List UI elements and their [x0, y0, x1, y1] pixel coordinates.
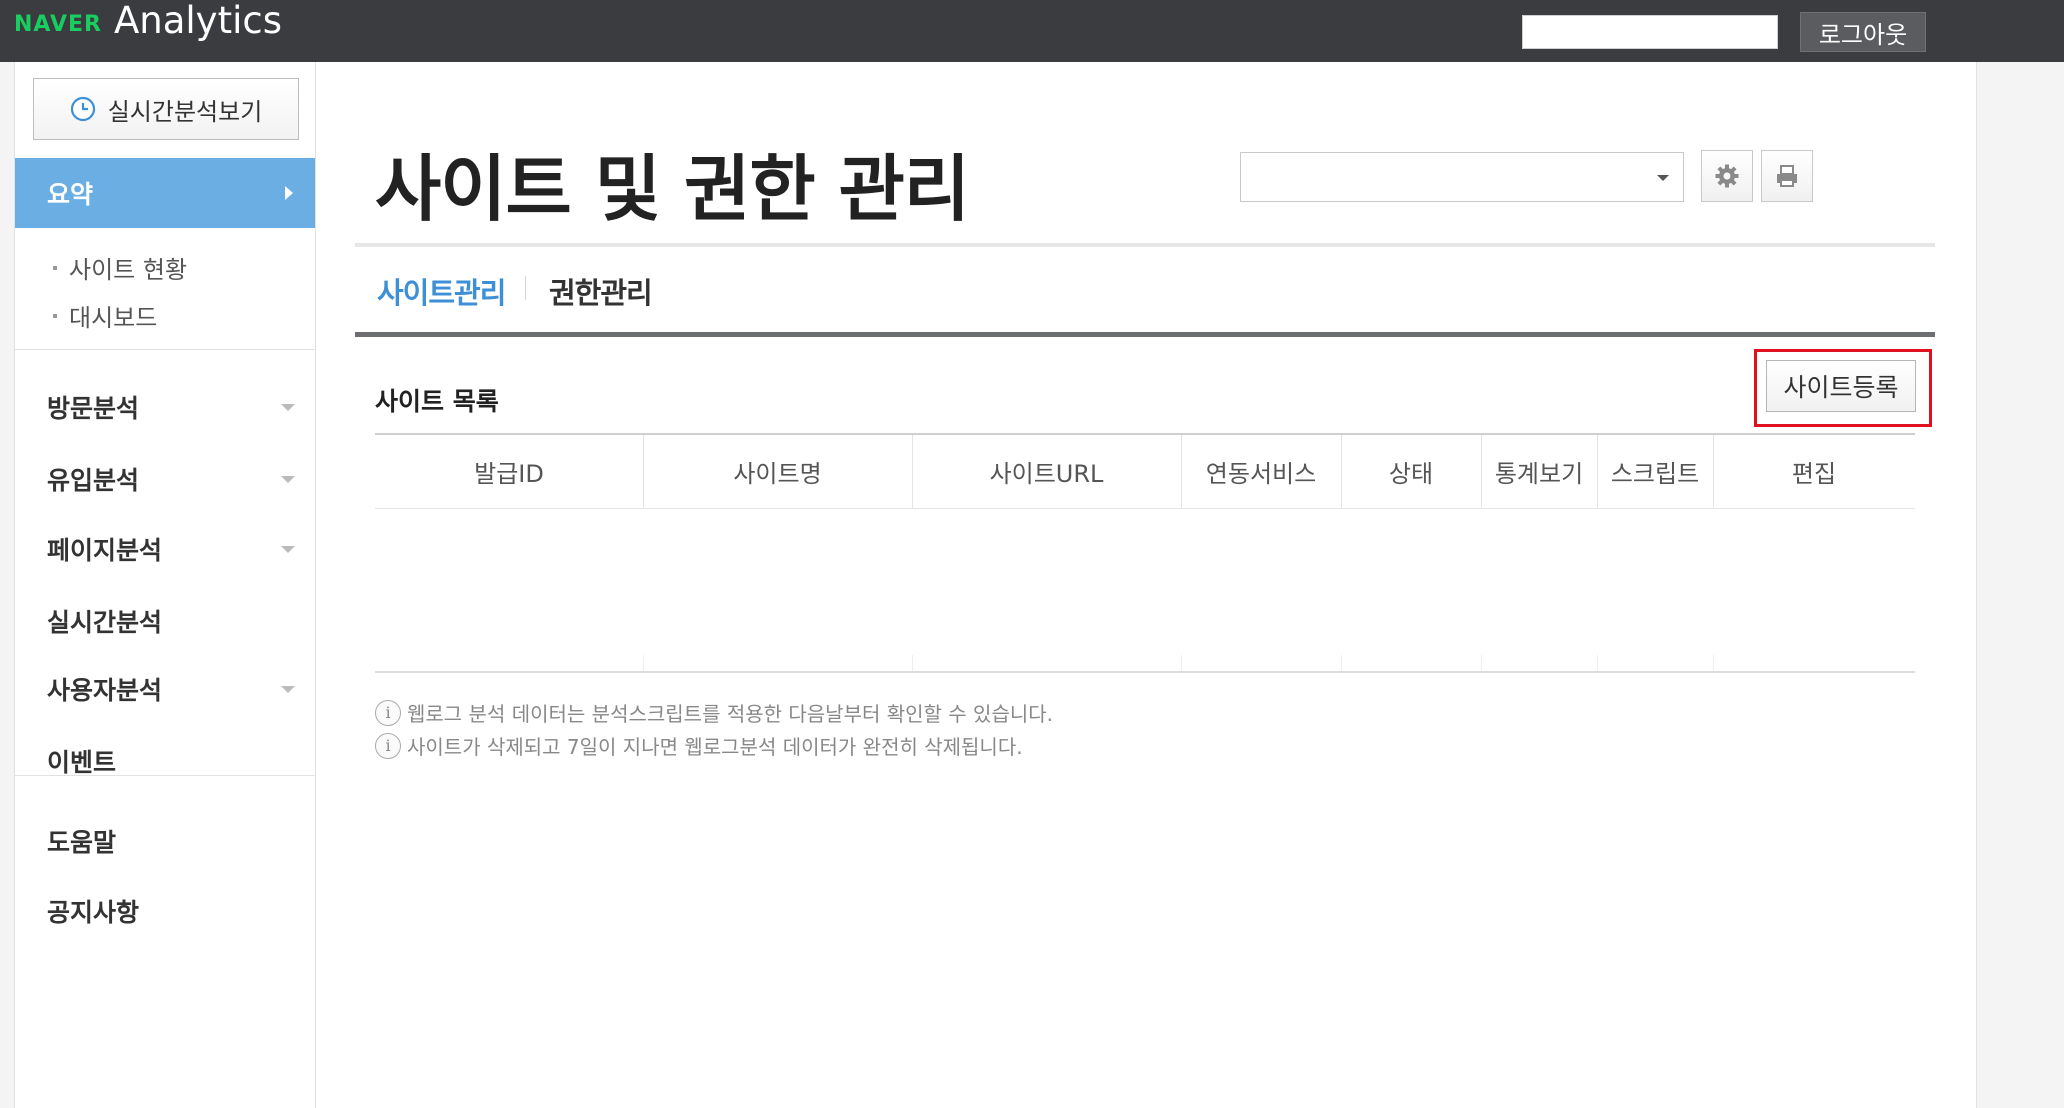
column-divider	[643, 655, 644, 671]
sidebar-item-page-analysis[interactable]: 페이지분석	[47, 527, 309, 571]
chevron-down-icon	[281, 546, 295, 553]
register-site-button[interactable]: 사이트등록	[1766, 360, 1916, 412]
sidebar-item-events[interactable]: 이벤트	[47, 739, 309, 783]
sidebar-item-label: 실시간분석	[47, 608, 163, 637]
chevron-down-icon	[281, 404, 295, 411]
title-divider	[355, 243, 1935, 247]
gear-icon	[1715, 164, 1739, 188]
column-divider	[1597, 655, 1598, 671]
column-divider	[1181, 655, 1182, 671]
sidebar-item-label: 공지사항	[47, 898, 140, 927]
tab-site-management[interactable]: 사이트관리	[377, 270, 506, 312]
column-header-script[interactable]: 스크립트	[1597, 435, 1713, 508]
tab-divider	[355, 332, 1935, 337]
print-button[interactable]	[1761, 150, 1813, 202]
main-content: 사이트 및 권한 관리 사이트관리 권한관리 사이트 목록 사이트등록 발급ID…	[317, 62, 1976, 1108]
sidebar-subitem-site-status[interactable]: 사이트 현황	[53, 250, 187, 285]
column-header-view-stats[interactable]: 통계보기	[1481, 435, 1597, 508]
sidebar-item-label: 방문분석	[47, 394, 140, 423]
sidebar-item-help[interactable]: 도움말	[47, 819, 309, 863]
right-gutter	[1976, 62, 2064, 1108]
realtime-analysis-button[interactable]: 실시간분석보기	[33, 78, 299, 140]
sidebar-item-label: 페이지분석	[47, 536, 163, 565]
sidebar-divider	[15, 349, 315, 350]
sidebar-subitem-label: 대시보드	[69, 304, 158, 332]
chevron-down-icon	[281, 476, 295, 483]
user-info-box	[1522, 15, 1778, 49]
column-divider	[1713, 655, 1714, 671]
table-bottom-border	[375, 671, 1915, 673]
left-gutter	[0, 62, 14, 1108]
sidebar-subitem-dashboard[interactable]: 대시보드	[53, 298, 157, 333]
column-divider	[1481, 655, 1482, 671]
sidebar-subitem-label: 사이트 현황	[69, 256, 188, 284]
info-icon: i	[375, 699, 401, 726]
column-header-status[interactable]: 상태	[1341, 435, 1481, 508]
info-note: i 웹로그 분석 데이터는 분석스크립트를 적용한 다음날부터 확인할 수 있습…	[375, 698, 1053, 727]
sidebar-item-summary-label: 요약	[47, 180, 94, 209]
logo-brand: NAVER	[14, 11, 102, 37]
logout-button[interactable]: 로그아웃	[1800, 12, 1926, 52]
logo-product: Analytics	[113, 0, 282, 42]
column-header-site-name[interactable]: 사이트명	[643, 435, 912, 508]
column-divider	[1341, 655, 1342, 671]
sidebar-item-summary[interactable]: 요약	[15, 158, 315, 228]
info-note: i 사이트가 삭제되고 7일이 지나면 웹로그분석 데이터가 완전히 삭제됩니다…	[375, 731, 1023, 760]
sidebar-divider	[15, 775, 315, 776]
page-title: 사이트 및 권한 관리	[375, 147, 970, 231]
sidebar-item-label: 이벤트	[47, 748, 117, 777]
printer-icon	[1777, 165, 1797, 187]
sidebar-item-label: 도움말	[47, 828, 117, 857]
sidebar-item-visit-analysis[interactable]: 방문분석	[47, 385, 309, 429]
site-select-dropdown[interactable]	[1240, 152, 1684, 202]
column-header-site-url[interactable]: 사이트URL	[912, 435, 1181, 508]
sidebar-item-inflow-analysis[interactable]: 유입분석	[47, 457, 309, 501]
sidebar-item-user-analysis[interactable]: 사용자분석	[47, 667, 309, 711]
info-icon: i	[375, 732, 401, 759]
settings-button[interactable]	[1701, 150, 1753, 202]
tab-separator	[525, 276, 526, 300]
column-header-linked-service[interactable]: 연동서비스	[1181, 435, 1341, 508]
sidebar-item-label: 사용자분석	[47, 676, 163, 705]
top-bar: NAVER Analytics 로그아웃	[0, 0, 2064, 62]
bullet-icon	[53, 265, 57, 270]
realtime-analysis-label: 실시간분석보기	[107, 97, 263, 126]
chevron-down-icon	[281, 686, 295, 693]
section-title: 사이트 목록	[375, 387, 499, 416]
sidebar-item-realtime-analysis[interactable]: 실시간분석	[47, 599, 309, 643]
sidebar-item-notices[interactable]: 공지사항	[47, 889, 309, 933]
info-note-text: 사이트가 삭제되고 7일이 지나면 웹로그분석 데이터가 완전히 삭제됩니다.	[407, 735, 1023, 759]
column-header-edit[interactable]: 편집	[1713, 435, 1915, 508]
bullet-icon	[53, 313, 57, 318]
chevron-right-icon	[285, 186, 293, 200]
info-note-text: 웹로그 분석 데이터는 분석스크립트를 적용한 다음날부터 확인할 수 있습니다…	[407, 702, 1054, 726]
naver-analytics-logo[interactable]: NAVER Analytics	[14, 0, 282, 48]
tab-permission-management[interactable]: 권한관리	[549, 270, 653, 312]
column-divider	[912, 655, 913, 671]
table-header-border	[375, 508, 1915, 509]
sidebar: 실시간분석보기 요약 사이트 현황 대시보드 방문분석 유입분석 페이지분석 실…	[14, 62, 316, 1108]
clock-icon	[70, 96, 95, 122]
sidebar-item-label: 유입분석	[47, 466, 140, 495]
chevron-down-icon	[1657, 175, 1669, 181]
column-header-issued-id[interactable]: 발급ID	[375, 435, 643, 508]
